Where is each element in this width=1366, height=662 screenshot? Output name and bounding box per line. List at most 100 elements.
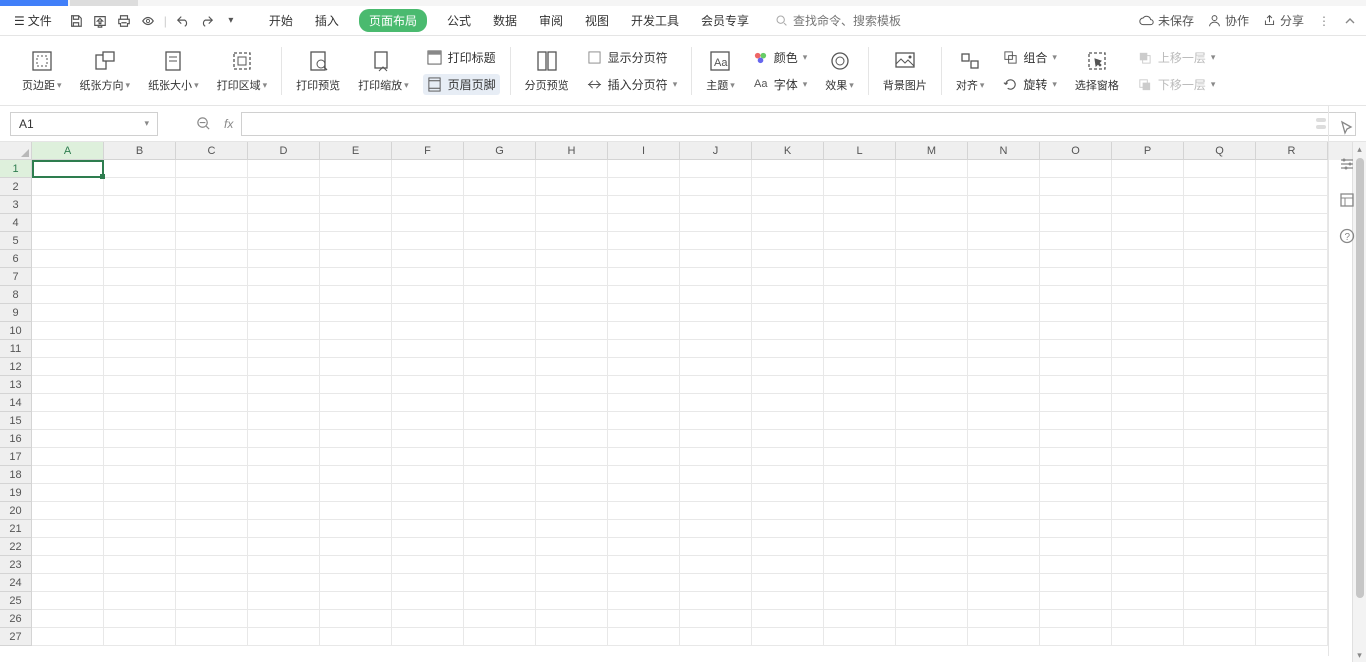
cell[interactable]: [752, 466, 824, 484]
cell[interactable]: [1112, 502, 1184, 520]
cell[interactable]: [392, 250, 464, 268]
cell[interactable]: [968, 502, 1040, 520]
cell[interactable]: [536, 160, 608, 178]
cell[interactable]: [968, 250, 1040, 268]
cell[interactable]: [752, 340, 824, 358]
row-header[interactable]: 6: [0, 250, 32, 268]
redo-icon[interactable]: [199, 13, 215, 29]
cell[interactable]: [464, 484, 536, 502]
cell[interactable]: [1184, 556, 1256, 574]
cell[interactable]: [1040, 610, 1112, 628]
cell[interactable]: [1256, 340, 1328, 358]
cell[interactable]: [968, 610, 1040, 628]
cell[interactable]: [680, 394, 752, 412]
qat-more-icon[interactable]: ▾: [223, 13, 239, 29]
cell[interactable]: [1256, 520, 1328, 538]
fx-icon[interactable]: fx: [224, 117, 233, 131]
cell[interactable]: [1040, 376, 1112, 394]
cell[interactable]: [392, 376, 464, 394]
cell[interactable]: [1040, 322, 1112, 340]
cell[interactable]: [536, 250, 608, 268]
cell[interactable]: [176, 412, 248, 430]
column-header[interactable]: H: [536, 142, 608, 160]
cell[interactable]: [104, 376, 176, 394]
cell[interactable]: [968, 286, 1040, 304]
cell[interactable]: [680, 160, 752, 178]
cell[interactable]: [104, 160, 176, 178]
cell[interactable]: [1184, 160, 1256, 178]
cell[interactable]: [968, 232, 1040, 250]
more-icon[interactable]: ⋮: [1318, 14, 1330, 28]
cell[interactable]: [104, 304, 176, 322]
cell[interactable]: [968, 592, 1040, 610]
cell[interactable]: [248, 250, 320, 268]
row-header[interactable]: 27: [0, 628, 32, 646]
cell[interactable]: [968, 322, 1040, 340]
row-header[interactable]: 26: [0, 610, 32, 628]
cell[interactable]: [536, 322, 608, 340]
cell[interactable]: [1112, 448, 1184, 466]
cell[interactable]: [1184, 250, 1256, 268]
cell[interactable]: [896, 538, 968, 556]
ribbon-tab-8[interactable]: 会员专享: [699, 8, 751, 33]
cell[interactable]: [464, 340, 536, 358]
cell[interactable]: [536, 214, 608, 232]
cell[interactable]: [320, 394, 392, 412]
cell[interactable]: [1112, 520, 1184, 538]
print-preview-button[interactable]: 打印预览: [292, 46, 344, 95]
cell[interactable]: [320, 574, 392, 592]
cell[interactable]: [32, 250, 104, 268]
cell[interactable]: [1040, 520, 1112, 538]
cell[interactable]: [680, 610, 752, 628]
cell[interactable]: [320, 610, 392, 628]
cell[interactable]: [1112, 538, 1184, 556]
row-header[interactable]: 7: [0, 268, 32, 286]
cell[interactable]: [176, 196, 248, 214]
cell[interactable]: [680, 538, 752, 556]
cell[interactable]: [824, 628, 896, 646]
cell[interactable]: [752, 412, 824, 430]
cell[interactable]: [680, 484, 752, 502]
cell[interactable]: [752, 394, 824, 412]
cell[interactable]: [824, 214, 896, 232]
cell[interactable]: [464, 376, 536, 394]
cell[interactable]: [824, 430, 896, 448]
cell[interactable]: [536, 448, 608, 466]
cell[interactable]: [1184, 232, 1256, 250]
cell[interactable]: [392, 412, 464, 430]
cell[interactable]: [680, 232, 752, 250]
cell[interactable]: [248, 592, 320, 610]
cell[interactable]: [32, 592, 104, 610]
cell[interactable]: [752, 610, 824, 628]
cell[interactable]: [320, 232, 392, 250]
cell[interactable]: [32, 376, 104, 394]
cell[interactable]: [536, 484, 608, 502]
cell[interactable]: [104, 592, 176, 610]
cell[interactable]: [536, 556, 608, 574]
preview-icon[interactable]: [140, 13, 156, 29]
effects-button[interactable]: 效果▾: [821, 46, 858, 95]
cell[interactable]: [1040, 628, 1112, 646]
align-button[interactable]: 对齐▾: [952, 46, 989, 95]
cell[interactable]: [392, 232, 464, 250]
cell[interactable]: [1040, 430, 1112, 448]
row-header[interactable]: 2: [0, 178, 32, 196]
cell[interactable]: [1256, 322, 1328, 340]
cell[interactable]: [248, 322, 320, 340]
cell[interactable]: [536, 340, 608, 358]
cell[interactable]: [1112, 196, 1184, 214]
cell[interactable]: [1184, 592, 1256, 610]
cell[interactable]: [1184, 538, 1256, 556]
cell[interactable]: [1184, 394, 1256, 412]
cell[interactable]: [536, 196, 608, 214]
cell[interactable]: [392, 574, 464, 592]
cell[interactable]: [680, 556, 752, 574]
cells-area[interactable]: [32, 160, 1328, 646]
cell[interactable]: [1256, 448, 1328, 466]
cell[interactable]: [824, 448, 896, 466]
rotate-button[interactable]: 旋转▾: [998, 74, 1061, 95]
cell[interactable]: [896, 574, 968, 592]
cell[interactable]: [1184, 610, 1256, 628]
cell[interactable]: [608, 592, 680, 610]
cell[interactable]: [536, 502, 608, 520]
